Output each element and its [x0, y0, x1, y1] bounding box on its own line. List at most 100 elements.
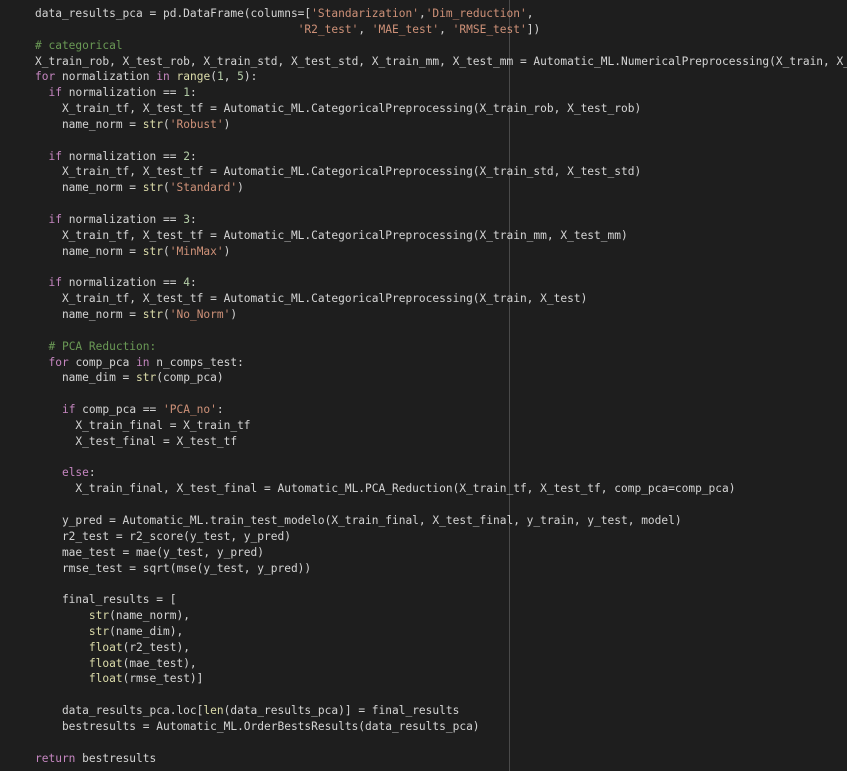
builtin-token: str — [88, 624, 110, 638]
code-line[interactable]: float(r2_test), — [35, 640, 847, 656]
code-token: X_train_tf, X_test_tf = Automatic_ML.Cat… — [35, 292, 588, 306]
code-token: name_norm = — [35, 181, 143, 195]
code-line[interactable]: X_train_tf, X_test_tf = Automatic_ML.Cat… — [35, 228, 847, 244]
keyword-token: return — [35, 751, 76, 765]
code-line[interactable]: y_pred = Automatic_ML.train_test_modelo(… — [35, 513, 847, 529]
code-token: comp_pca — [68, 355, 137, 369]
code-line[interactable]: name_norm = str('Robust') — [35, 117, 847, 133]
code-line[interactable]: final_results = [ — [35, 592, 847, 608]
code-line[interactable]: name_norm = str('MinMax') — [35, 244, 847, 260]
code-token: name_dim = — [35, 371, 137, 385]
code-token: (mae_test), — [122, 656, 197, 670]
code-line[interactable]: bestresults = Automatic_ML.OrderBestsRes… — [35, 719, 847, 735]
code-token: X_train_tf, X_test_tf = Automatic_ML.Cat… — [35, 102, 642, 116]
code-line[interactable] — [35, 386, 847, 402]
code-token: bestresults = Automatic_ML.OrderBestsRes… — [35, 719, 480, 733]
code-line[interactable] — [35, 323, 847, 339]
number-token: 1 — [216, 70, 224, 84]
code-line[interactable]: # PCA Reduction: — [35, 339, 847, 355]
code-line[interactable]: if comp_pca == 'PCA_no': — [35, 402, 847, 418]
code-line[interactable] — [35, 687, 847, 703]
keyword-token: if — [48, 276, 62, 290]
code-token: X_test_final = X_test_tf — [35, 434, 238, 448]
code-line[interactable]: data_results_pca.loc[len(data_results_pc… — [35, 703, 847, 719]
code-token: : — [189, 86, 197, 100]
string-token: 'Standard' — [169, 181, 238, 195]
code-line[interactable]: r2_test = r2_score(y_test, y_pred) — [35, 529, 847, 545]
code-token: X_train_rob, X_test_rob, X_train_std, X_… — [35, 54, 847, 68]
code-line[interactable]: if normalization == 1: — [35, 85, 847, 101]
code-token: , — [418, 7, 426, 20]
code-token: bestresults — [75, 751, 157, 765]
code-token: : — [189, 149, 197, 163]
code-token: data_results_pca = pd.DataFrame(columns=… — [35, 7, 312, 20]
code-line[interactable]: rmse_test = sqrt(mse(y_test, y_pred)) — [35, 561, 847, 577]
code-block[interactable]: data_results_pca = pd.DataFrame(columns=… — [35, 6, 847, 767]
code-token: name_norm = — [35, 244, 143, 258]
code-line[interactable]: X_train_rob, X_test_rob, X_train_std, X_… — [35, 54, 847, 70]
code-line[interactable]: else: — [35, 465, 847, 481]
code-line[interactable]: if normalization == 3: — [35, 212, 847, 228]
code-token: normalization — [55, 70, 157, 84]
builtin-token: str — [142, 181, 163, 195]
code-token: ( — [210, 70, 217, 84]
builtin-token: str — [142, 308, 163, 322]
string-token: 'Robust' — [169, 117, 224, 131]
code-token: ) — [230, 308, 238, 322]
code-token: n_comps_test: — [149, 355, 244, 369]
code-line[interactable]: X_test_final = X_test_tf — [35, 434, 847, 450]
code-token: rmse_test = sqrt(mse(y_test, y_pred)) — [35, 561, 312, 575]
code-token: ( — [163, 181, 170, 195]
code-line[interactable]: str(name_dim), — [35, 624, 847, 640]
code-line[interactable]: X_train_tf, X_test_tf = Automatic_ML.Cat… — [35, 291, 847, 307]
code-line[interactable]: 'R2_test', 'MAE_test', 'RMSE_test']) — [35, 22, 847, 38]
code-line[interactable]: name_norm = str('Standard') — [35, 180, 847, 196]
comment-token: # PCA Reduction: — [48, 339, 157, 353]
code-line[interactable]: float(rmse_test)] — [35, 671, 847, 687]
builtin-token: float — [88, 656, 123, 670]
keyword-token: for — [35, 70, 56, 84]
code-token: name_norm = — [35, 308, 143, 322]
code-line[interactable]: for normalization in range(1, 5): — [35, 69, 847, 85]
code-token: ) — [237, 181, 244, 195]
code-line[interactable] — [35, 133, 847, 149]
number-token: 3 — [183, 212, 190, 226]
code-token: normalization == — [61, 212, 184, 226]
code-line[interactable] — [35, 576, 847, 592]
code-editor[interactable]: data_results_pca = pd.DataFrame(columns=… — [0, 0, 847, 771]
code-line[interactable]: X_train_final = X_train_tf — [35, 418, 847, 434]
code-token: ( — [163, 308, 170, 322]
code-line[interactable]: str(name_norm), — [35, 608, 847, 624]
code-line[interactable] — [35, 196, 847, 212]
string-token: 'PCA_no' — [163, 403, 217, 417]
code-line[interactable] — [35, 735, 847, 751]
code-line[interactable]: float(mae_test), — [35, 656, 847, 672]
code-token: , — [526, 7, 534, 20]
code-line[interactable]: if normalization == 2: — [35, 149, 847, 165]
code-line[interactable]: name_dim = str(comp_pca) — [35, 370, 847, 386]
code-line[interactable]: X_train_final, X_test_final = Automatic_… — [35, 481, 847, 497]
code-line[interactable]: if normalization == 4: — [35, 275, 847, 291]
code-line[interactable]: # categorical — [35, 38, 847, 54]
code-line[interactable]: mae_test = mae(y_test, y_pred) — [35, 545, 847, 561]
code-line[interactable]: return bestresults — [35, 751, 847, 767]
code-token: normalization == — [61, 149, 184, 163]
code-token: (name_dim), — [109, 624, 184, 638]
code-token: comp_pca == — [75, 403, 163, 417]
code-line[interactable]: data_results_pca = pd.DataFrame(columns=… — [35, 6, 847, 22]
code-token: : — [189, 212, 197, 226]
code-token: (data_results_pca)] = final_results — [223, 704, 460, 718]
code-line[interactable]: X_train_tf, X_test_tf = Automatic_ML.Cat… — [35, 164, 847, 180]
code-token: ) — [223, 244, 231, 258]
code-line[interactable]: X_train_tf, X_test_tf = Automatic_ML.Cat… — [35, 101, 847, 117]
code-line[interactable] — [35, 497, 847, 513]
code-line[interactable]: name_norm = str('No_Norm') — [35, 307, 847, 323]
code-line[interactable] — [35, 450, 847, 466]
code-line[interactable]: for comp_pca in n_comps_test: — [35, 355, 847, 371]
code-line[interactable] — [35, 260, 847, 276]
